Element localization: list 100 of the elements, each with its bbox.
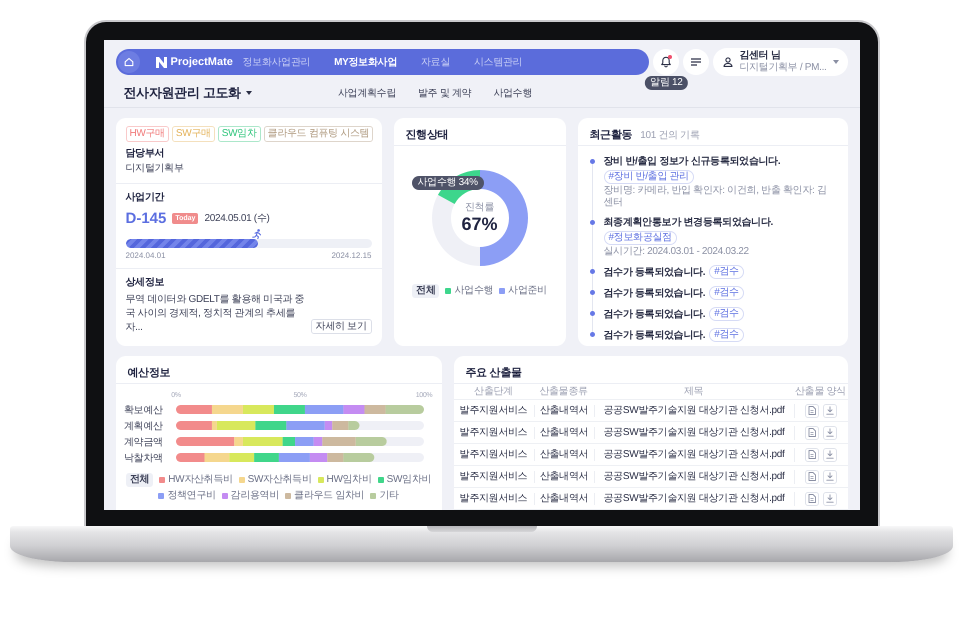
timeline-dot-icon (590, 290, 594, 295)
table-cell: 공공SW발주기술지원 대상기관 신청서.pdf (594, 404, 794, 416)
field-label: 사업기간 (126, 192, 164, 204)
caret-icon (246, 90, 252, 94)
activity-text: 검수가 등록되었습니다. (604, 266, 706, 278)
file-button[interactable] (805, 492, 819, 506)
download-icon (826, 450, 834, 459)
timeline-dot-icon (590, 220, 594, 225)
activity-text: 검수가 등록되었습니다. (604, 308, 706, 320)
table-cell: 산출내역서 (534, 448, 594, 460)
timeline-dot-icon (590, 311, 594, 316)
category-tag: HW구매 (126, 126, 169, 142)
notification-badge: 알림 12 (645, 76, 688, 90)
date-text: 2024.04.01 (126, 251, 166, 260)
timeline-dot-icon (590, 332, 594, 337)
legend-label: SW임차비 (386, 474, 432, 486)
legend-filter-chip[interactable]: 전체 (412, 284, 440, 298)
table-cell: 공공SW발주기술지원 대상기관 신청서.pdf (594, 448, 794, 460)
record-count: 101 건의 기록 (640, 129, 700, 142)
card-title: 최근활동 (590, 128, 632, 142)
legend-label: 사업준비 (508, 285, 547, 297)
activity-tag: #장비 반/출입 관리 (604, 170, 694, 184)
bar-segment (204, 453, 229, 462)
logo-icon (156, 56, 166, 68)
document-icon (808, 472, 816, 481)
bar-segment (211, 405, 242, 414)
download-button[interactable] (823, 448, 837, 462)
project-dropdown[interactable]: 전사자원관리 고도화 (124, 84, 252, 102)
legend-label: HW임차비 (326, 474, 372, 486)
caret-icon (832, 60, 838, 64)
legend-label: SW자산취득비 (248, 474, 312, 486)
bell-icon (660, 56, 672, 68)
file-button[interactable] (805, 470, 819, 484)
table-cell: 산출내역서 (534, 470, 594, 482)
dday-count: D-145 (126, 210, 166, 226)
document-icon (808, 494, 816, 503)
download-button[interactable] (823, 470, 837, 484)
date-text: 2024.12.15 (331, 251, 372, 260)
category-label: 계획예산 (124, 421, 162, 432)
field-label: 상세정보 (126, 277, 164, 289)
file-button[interactable] (805, 426, 819, 440)
subnav-tab[interactable]: 사업수행 (493, 86, 532, 100)
category-label: 확보예산 (124, 405, 162, 416)
column-header: 산출단계 (473, 386, 514, 398)
activity-text: 검수가 등록되었습니다. (604, 286, 706, 300)
document-icon (808, 450, 816, 459)
download-button[interactable] (823, 404, 837, 418)
timeline-dot-icon (590, 159, 594, 164)
field-value: 디지털기획부 (126, 163, 184, 175)
notification-button[interactable] (653, 49, 680, 75)
menu-icon (691, 58, 702, 66)
progress-value: 67% (461, 214, 498, 234)
download-button[interactable] (823, 492, 837, 506)
nav-link[interactable]: MY정보화사업 (334, 55, 397, 69)
card-title: 예산정보 (128, 366, 170, 380)
table-cell: 산출내역서 (534, 492, 594, 504)
table-cell-text: 발주지원서비스 (458, 404, 528, 416)
category-tag: SW임차 (218, 126, 261, 142)
bar-segment (242, 405, 274, 414)
activity-tag: #검수 (709, 286, 744, 300)
description-text: 무역 데이터와 GDELT를 활용해 미국과 중국 사이의 경제적, 정치적 관계의 추세를 자... (126, 293, 306, 335)
legend-label: 기타 (379, 490, 399, 502)
logo-text: ProjectMate (170, 56, 233, 68)
download-button[interactable] (823, 426, 837, 440)
progress-label: 진척률 (464, 202, 494, 214)
table-cell: 공공SW발주기술지원 대상기관 신청서.pdf (594, 492, 794, 504)
legend-label: 감리용역비 (230, 490, 280, 502)
legend-filter-chip[interactable]: 전체 (126, 473, 154, 487)
activity-detail: 실시기간: 2024.03.01 - 2024.03.22 (604, 246, 750, 258)
bar-segment (355, 437, 386, 446)
activity-tag: #정보화공실점 (604, 231, 677, 245)
subnav-tab[interactable]: 발주 및 계약 (418, 86, 472, 100)
more-button[interactable]: 자세히 보기 (310, 319, 372, 334)
file-button[interactable] (805, 404, 819, 418)
column-header: 산출물종류 (538, 386, 589, 398)
table-cell-text: 발주지원서비스 (458, 448, 528, 460)
legend-label: 클라우드 임차비 (294, 490, 364, 502)
table-cell: 공공SW발주기술지원 대상기관 신청서.pdf (594, 426, 794, 438)
bar-segment (254, 421, 286, 430)
user-menu-button[interactable]: 김센터 님 디지털기획부 / PM... (713, 48, 848, 76)
runner-icon (252, 229, 262, 239)
download-icon (826, 428, 834, 437)
download-icon (826, 472, 834, 481)
column-header: 산출물 양식 (794, 386, 847, 398)
category-tag: 클라우드 컴퓨팅 시스템 (264, 126, 374, 142)
activity-tag: #검수 (709, 328, 744, 342)
file-button[interactable] (805, 448, 819, 462)
home-icon (124, 57, 134, 67)
activity-text: 장비 반/출입 정보가 신규등록되었습니다. (604, 155, 780, 168)
menu-button[interactable] (683, 49, 710, 75)
subnav-tab[interactable]: 사업계획수립 (338, 86, 396, 100)
table-cell-text: 발주지원서비스 (458, 470, 528, 482)
chart-tooltip: 사업수행 34% (412, 176, 484, 190)
category-tag: SW구매 (172, 126, 215, 142)
download-icon (826, 406, 834, 415)
bar-segment (176, 453, 204, 462)
activity-tag: #검수 (709, 307, 744, 321)
column-header: 제목 (682, 386, 704, 398)
category-label: 계약금액 (124, 437, 162, 448)
home-button[interactable] (118, 51, 140, 73)
